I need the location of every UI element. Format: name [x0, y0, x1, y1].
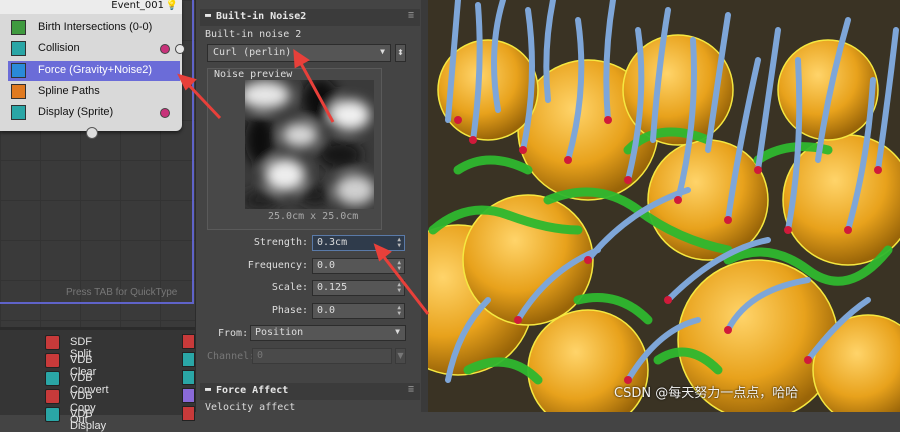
param-value: 0.3cm: [317, 237, 348, 248]
event-title: Event_001: [111, 0, 164, 11]
spinner-arrows-icon[interactable]: ▲ ▼: [397, 282, 401, 294]
spinner-arrows-icon[interactable]: ▲ ▼: [397, 260, 401, 272]
chevron-down-icon: ▼: [395, 327, 400, 336]
vdb-clear-icon: [45, 353, 60, 368]
depot-item-icon[interactable]: [182, 352, 195, 367]
param-phase: Phase: 0.0 ▲ ▼: [196, 303, 429, 319]
vdb-display-icon: [45, 407, 60, 422]
phase-spinner[interactable]: 0.0 ▲ ▼: [312, 303, 405, 319]
rollout-title: Force Affect: [216, 385, 289, 396]
spinner-arrows-icon[interactable]: ▲ ▼: [397, 237, 401, 249]
collision-icon: [11, 41, 26, 56]
lightbulb-icon[interactable]: 💡: [166, 0, 178, 11]
watermark: CSDN @每天努力一点点，哈哈: [614, 386, 799, 401]
param-label: Strength:: [253, 237, 308, 248]
depot-item-icon[interactable]: [182, 334, 195, 349]
channel-field: 0: [252, 348, 392, 364]
param-value: 0.0: [317, 260, 336, 271]
render-scene: [428, 0, 900, 412]
depot-item-icon[interactable]: [182, 406, 195, 421]
param-scale: Scale: 0.125 ▲ ▼: [196, 280, 429, 296]
noise-preview-label: Noise preview: [214, 69, 293, 80]
noise-preview-group: Noise preview 25.0cm x 25.0cm: [207, 68, 382, 230]
param-value: 0.125: [317, 282, 348, 293]
param-value: 0.0: [317, 305, 336, 316]
grip-icon[interactable]: ≡: [408, 10, 414, 21]
display-icon: [11, 105, 26, 120]
event-input-pin[interactable]: [86, 127, 98, 139]
noise-type-value: Curl (perlin): [213, 47, 292, 58]
noise-preview-size: 25.0cm x 25.0cm: [268, 211, 359, 222]
strength-spinner[interactable]: 0.3cm ▲ ▼: [312, 235, 405, 251]
chevron-down-icon: ▼: [395, 348, 406, 364]
frequency-spinner[interactable]: 0.0 ▲ ▼: [312, 258, 405, 274]
chevron-down-icon: ▼: [380, 47, 385, 56]
channel-label: Channel:: [207, 351, 256, 362]
velocity-affect-label: Velocity affect: [205, 402, 296, 413]
operator-label: Birth Intersections (0-0): [38, 21, 153, 33]
output-pin[interactable]: [175, 44, 185, 54]
operator-display[interactable]: Display (Sprite): [8, 103, 180, 123]
operator-force[interactable]: Force (Gravity+Noise2): [8, 61, 180, 81]
parameter-panel: ▬ Built-in Noise2 ≡ Built-in noise 2 Cur…: [195, 0, 429, 413]
param-strength: Strength: 0.3cm ▲ ▼: [196, 235, 429, 251]
group-label: Built-in noise 2: [205, 29, 302, 40]
quicktype-hint: Press TAB for QuickType: [66, 287, 178, 298]
rollout-header-force-affect[interactable]: ▬ Force Affect ≡: [200, 383, 420, 400]
operator-label: Force (Gravity+Noise2): [38, 64, 153, 76]
operator-label: Display (Sprite): [38, 106, 114, 118]
from-dropdown[interactable]: Position ▼: [250, 325, 406, 341]
rollout-header-noise2[interactable]: ▬ Built-in Noise2 ≡: [200, 9, 420, 26]
viewport-3d[interactable]: [428, 0, 900, 412]
vdb-convert-icon: [45, 371, 60, 386]
force-icon: [11, 63, 26, 78]
param-label: Frequency:: [247, 260, 308, 271]
from-value: Position: [255, 327, 304, 338]
output-pin[interactable]: [160, 44, 170, 54]
param-label: Phase:: [271, 305, 308, 316]
operator-birth-intersections[interactable]: Birth Intersections (0-0): [8, 18, 180, 38]
sdf-split-icon: [45, 335, 60, 350]
event-title-bar[interactable]: Event_001 💡: [0, 0, 182, 14]
event-node[interactable]: Event_001 💡 Birth Intersections (0-0) Co…: [0, 0, 185, 139]
depot-item-icon[interactable]: [182, 388, 195, 403]
operator-label: Collision: [38, 42, 80, 54]
noise-type-dropdown[interactable]: Curl (perlin) ▼: [207, 44, 391, 62]
operator-label: Spline Paths: [38, 85, 100, 97]
spinner-arrows-icon[interactable]: ▲ ▼: [397, 305, 401, 317]
vdb-copy-out-icon: [45, 389, 60, 404]
from-label: From:: [218, 328, 249, 339]
depot-item-icon[interactable]: [182, 370, 195, 385]
param-label: Scale:: [271, 282, 308, 293]
particle-view-graph[interactable]: Event_001 💡 Birth Intersections (0-0) Co…: [0, 0, 195, 327]
param-frequency: Frequency: 0.0 ▲ ▼: [196, 258, 429, 274]
collapse-icon: ▬: [205, 10, 212, 21]
output-pin[interactable]: [160, 108, 170, 118]
grip-icon[interactable]: ≡: [408, 384, 414, 395]
rollout-title: Built-in Noise2: [216, 11, 307, 22]
noise-preview-image: [245, 80, 374, 209]
operator-collision[interactable]: Collision: [8, 39, 185, 59]
collapse-icon: ▬: [205, 384, 212, 395]
birth-icon: [11, 20, 26, 35]
scale-spinner[interactable]: 0.125 ▲ ▼: [312, 280, 405, 296]
channel-value: 0: [257, 350, 264, 361]
pick-button[interactable]: ⬍: [395, 44, 406, 62]
operator-depot[interactable]: SDF Split VDB Clear VDB Convert VDB Copy…: [0, 327, 195, 432]
operator-spline-paths[interactable]: Spline Paths: [8, 82, 180, 102]
spline-icon: [11, 84, 26, 99]
